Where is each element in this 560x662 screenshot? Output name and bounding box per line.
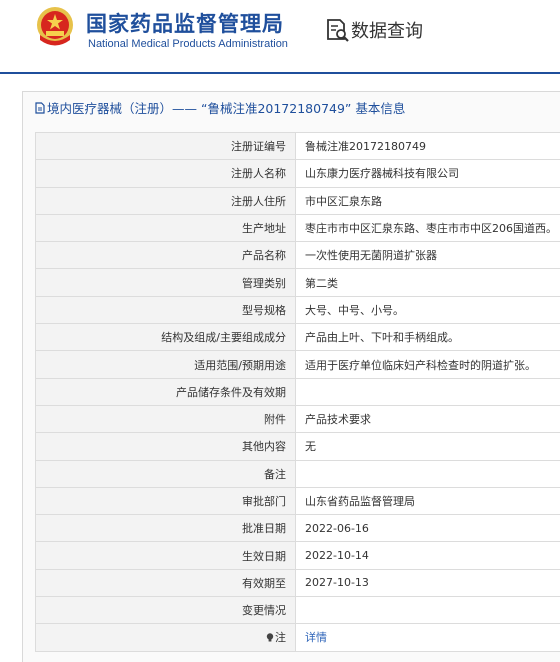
row-label: 型号规格 — [36, 296, 296, 323]
table-row: 有效期至2027-10-13 — [36, 569, 560, 596]
table-row: 注册人住所市中区汇泉东路 — [36, 187, 560, 214]
row-label: 结构及组成/主要组成成分 — [36, 324, 296, 351]
table-row: 生产地址枣庄市市中区汇泉东路、枣庄市市中区206国道西。 — [36, 214, 560, 241]
row-value: 市中区汇泉东路 — [296, 187, 560, 214]
row-value: 无 — [296, 433, 560, 460]
note-label-cell: 注 — [36, 624, 296, 651]
document-search-icon — [324, 17, 350, 43]
row-value: 山东康力医疗器械科技有限公司 — [296, 160, 560, 187]
table-row: 结构及组成/主要组成成分产品由上叶、下叶和手柄组成。 — [36, 324, 560, 351]
note-row: 注 详情 — [36, 624, 560, 651]
details-link[interactable]: 详情 — [305, 631, 327, 644]
registration-detail-table: 注册证编号鲁械注准20172180749注册人名称山东康力医疗器械科技有限公司注… — [35, 132, 560, 652]
row-value: 2022-06-16 — [296, 515, 560, 542]
table-row: 注册人名称山东康力医疗器械科技有限公司 — [36, 160, 560, 187]
row-value: 枣庄市市中区汇泉东路、枣庄市市中区206国道西。 — [296, 214, 560, 241]
table-row: 附件产品技术要求 — [36, 405, 560, 432]
row-label: 生产地址 — [36, 214, 296, 241]
row-value: 2027-10-13 — [296, 569, 560, 596]
lightbulb-icon — [266, 633, 274, 642]
row-label: 有效期至 — [36, 569, 296, 596]
panel-title: 境内医疗器械（注册）—— “鲁械注准20172180749” 基本信息 — [35, 98, 405, 117]
row-label: 注册人名称 — [36, 160, 296, 187]
row-value: 山东省药品监督管理局 — [296, 487, 560, 514]
row-value: 第二类 — [296, 269, 560, 296]
table-row: 备注 — [36, 460, 560, 487]
row-value: 产品技术要求 — [296, 405, 560, 432]
row-label: 其他内容 — [36, 433, 296, 460]
row-value: 产品由上叶、下叶和手柄组成。 — [296, 324, 560, 351]
row-label: 附件 — [36, 405, 296, 432]
panel-title-text: 境内医疗器械（注册）—— “鲁械注准20172180749” 基本信息 — [47, 101, 405, 116]
row-value — [296, 460, 560, 487]
header-divider — [0, 72, 560, 74]
row-value: 2022-10-14 — [296, 542, 560, 569]
table-row: 审批部门山东省药品监督管理局 — [36, 487, 560, 514]
note-label: 注 — [275, 631, 286, 644]
row-label: 备注 — [36, 460, 296, 487]
data-query-label: 数据查询 — [351, 17, 423, 43]
row-label: 审批部门 — [36, 487, 296, 514]
row-value: 鲁械注准20172180749 — [296, 133, 560, 160]
row-label: 注册人住所 — [36, 187, 296, 214]
table-row: 注册证编号鲁械注准20172180749 — [36, 133, 560, 160]
table-row: 管理类别第二类 — [36, 269, 560, 296]
table-row: 生效日期2022-10-14 — [36, 542, 560, 569]
document-icon — [35, 102, 45, 114]
table-row: 产品储存条件及有效期 — [36, 378, 560, 405]
table-row: 型号规格大号、中号、小号。 — [36, 296, 560, 323]
row-label: 批准日期 — [36, 515, 296, 542]
row-value: 一次性使用无菌阴道扩张器 — [296, 242, 560, 269]
note-value-cell: 详情 — [296, 624, 560, 651]
table-row: 其他内容无 — [36, 433, 560, 460]
site-title[interactable]: 国家药品监督管理局 — [86, 8, 284, 38]
row-label: 适用范围/预期用途 — [36, 351, 296, 378]
row-label: 变更情况 — [36, 597, 296, 624]
row-label: 生效日期 — [36, 542, 296, 569]
table-row: 适用范围/预期用途适用于医疗单位临床妇产科检查时的阴道扩张。 — [36, 351, 560, 378]
row-label: 注册证编号 — [36, 133, 296, 160]
row-value — [296, 378, 560, 405]
row-label: 产品名称 — [36, 242, 296, 269]
table-row: 变更情况 — [36, 597, 560, 624]
row-value: 适用于医疗单位临床妇产科检查时的阴道扩张。 — [296, 351, 560, 378]
site-subtitle-en: National Medical Products Administration — [88, 38, 288, 50]
row-value: 大号、中号、小号。 — [296, 296, 560, 323]
site-header: 国家药品监督管理局 National Medical Products Admi… — [0, 0, 560, 74]
table-row: 批准日期2022-06-16 — [36, 515, 560, 542]
table-row: 产品名称一次性使用无菌阴道扩张器 — [36, 242, 560, 269]
row-label: 产品储存条件及有效期 — [36, 378, 296, 405]
row-label: 管理类别 — [36, 269, 296, 296]
row-value — [296, 597, 560, 624]
national-emblem-icon — [34, 5, 76, 49]
